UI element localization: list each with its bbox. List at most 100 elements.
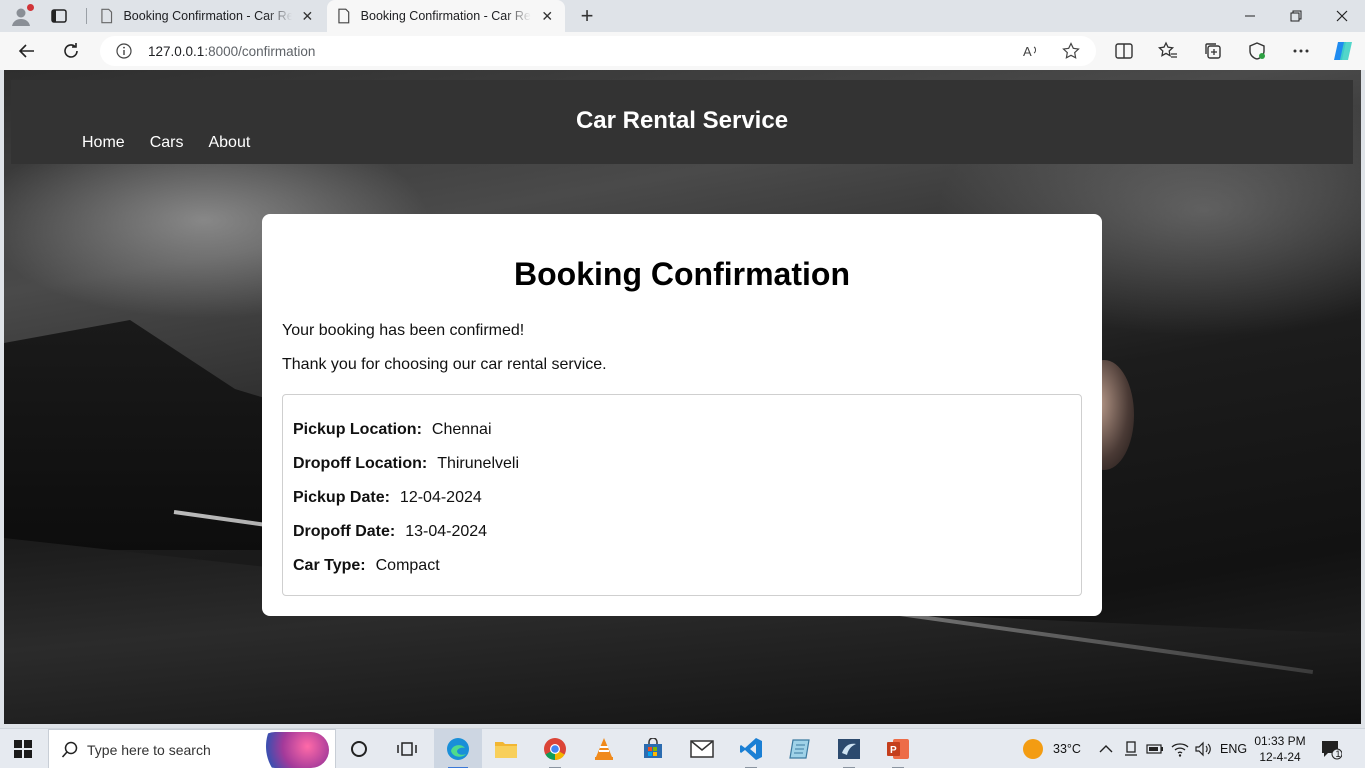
new-tab-button[interactable]: + (576, 5, 598, 27)
profile-icon[interactable] (10, 4, 34, 27)
windows-taskbar: Type here to search P 33°C ENG 01:33 PM … (0, 728, 1365, 768)
powerpoint-icon: P (887, 739, 909, 759)
copilot-icon[interactable] (1331, 39, 1355, 63)
volume-button[interactable] (1194, 729, 1212, 768)
chevron-up-icon (1099, 745, 1113, 753)
task-view-button[interactable] (383, 729, 431, 768)
taskbar-search[interactable]: Type here to search (48, 729, 336, 768)
close-window-button[interactable] (1319, 0, 1365, 32)
device-icon-button[interactable] (1123, 729, 1139, 768)
site-header: Car Rental Service Home Cars About (11, 80, 1353, 164)
folder-icon (495, 742, 517, 758)
taskbar-file-explorer[interactable] (482, 729, 530, 768)
battery-icon (1146, 744, 1163, 754)
tab-actions-icon[interactable] (50, 7, 68, 25)
clock-date: 12-4-24 (1259, 750, 1301, 764)
minimize-icon (1245, 15, 1255, 17)
weather-widget[interactable]: 33°C (1022, 729, 1081, 768)
confirmation-message: Your booking has been confirmed! (282, 322, 525, 339)
more-options-icon[interactable] (1291, 41, 1311, 61)
close-icon (1336, 10, 1348, 22)
battery-button[interactable] (1146, 729, 1164, 768)
weather-temperature: 33°C (1053, 742, 1081, 756)
booking-details: Pickup Location: Chennai Dropoff Location… (282, 394, 1082, 596)
minimize-button[interactable] (1227, 0, 1273, 32)
taskbar-store[interactable] (629, 729, 677, 768)
taskbar-notepad[interactable] (776, 729, 824, 768)
detail-label: Car Type: (293, 557, 366, 574)
language-indicator[interactable]: ENG (1220, 729, 1247, 768)
address-bar[interactable]: 127.0.0.1:8000/confirmation A (100, 36, 1096, 66)
cortana-button[interactable] (335, 729, 383, 768)
taskbar-vscode[interactable] (727, 729, 775, 768)
back-button[interactable] (16, 40, 38, 62)
tab-separator (86, 8, 87, 24)
show-hidden-icons-button[interactable] (1099, 729, 1113, 768)
speaker-icon (1195, 741, 1211, 757)
tab-booking-confirmation-1[interactable]: Booking Confirmation - Car Rental Servic… (90, 0, 325, 32)
mail-icon (690, 740, 714, 758)
close-icon[interactable]: ✕ (300, 8, 315, 25)
collections-icon[interactable] (1203, 41, 1223, 61)
svg-text:A: A (1023, 44, 1032, 59)
start-button[interactable] (0, 729, 46, 768)
taskbar-clock[interactable]: 01:33 PM 12-4-24 (1252, 733, 1308, 765)
url-host: 127.0.0.1 (148, 44, 205, 59)
page-icon (101, 8, 113, 24)
chrome-icon (544, 738, 566, 760)
split-screen-icon[interactable] (1114, 41, 1134, 61)
taskbar-mail[interactable] (678, 729, 726, 768)
page-viewport: Car Rental Service Home Cars About Booki… (4, 70, 1361, 724)
tab-booking-confirmation-2[interactable]: Booking Confirmation - Car Rental Servic… (327, 0, 565, 32)
taskbar-edge[interactable] (434, 729, 482, 768)
nav-link-home[interactable]: Home (82, 134, 125, 152)
taskbar-mysql-workbench[interactable] (825, 729, 873, 768)
favorites-icon[interactable] (1158, 41, 1178, 61)
detail-label: Pickup Date: (293, 489, 390, 506)
restore-button[interactable] (1273, 0, 1319, 32)
site-title: Car Rental Service (575, 107, 789, 134)
reload-button[interactable] (60, 40, 82, 62)
clock-time: 01:33 PM (1254, 734, 1306, 748)
close-icon[interactable]: ✕ (539, 8, 555, 25)
read-aloud-icon[interactable]: A (1022, 42, 1040, 60)
detail-value: 12-04-2024 (399, 489, 482, 506)
workbench-icon (838, 739, 860, 759)
detail-value: 13-04-2024 (405, 523, 488, 540)
taskbar-chrome[interactable] (531, 729, 579, 768)
detail-label: Dropoff Location: (293, 455, 428, 472)
search-icon (61, 741, 78, 758)
tab-title: Booking Confirmation - Car Rental Servic… (360, 9, 532, 23)
info-icon[interactable] (116, 43, 132, 59)
vlc-icon (595, 738, 613, 760)
browser-toolbar: 127.0.0.1:8000/confirmation A (0, 32, 1365, 70)
back-arrow-icon (18, 44, 34, 58)
favorite-star-icon[interactable] (1062, 42, 1080, 60)
browser-essentials-icon[interactable] (1247, 41, 1267, 61)
sun-icon (1023, 739, 1043, 759)
edge-icon (447, 738, 469, 760)
url-text[interactable]: 127.0.0.1:8000/confirmation (148, 44, 315, 59)
nav-link-cars[interactable]: Cars (150, 134, 184, 152)
nav-link-about[interactable]: About (208, 134, 250, 152)
taskbar-powerpoint[interactable]: P (874, 729, 922, 768)
task-view-icon (397, 742, 417, 756)
notification-count: 1 (1335, 749, 1341, 759)
taskbar-vlc[interactable] (580, 729, 628, 768)
detail-dropoff-date: Dropoff Date: 13-04-2024 (293, 523, 487, 541)
notification-center-button[interactable]: 1 (1320, 729, 1342, 768)
browser-tab-bar: Booking Confirmation - Car Rental Servic… (0, 0, 1365, 32)
tab-title: Booking Confirmation - Car Rental Servic… (123, 9, 292, 23)
detail-dropoff-location: Dropoff Location: Thirunelveli (293, 455, 519, 473)
restore-icon (1290, 10, 1302, 22)
search-placeholder: Type here to search (87, 742, 211, 758)
search-highlight-image (257, 732, 329, 768)
detail-label: Pickup Location: (293, 421, 422, 438)
detail-label: Dropoff Date: (293, 523, 396, 540)
detail-pickup-date: Pickup Date: 12-04-2024 (293, 489, 482, 507)
detail-value: Compact (375, 557, 440, 574)
network-button[interactable] (1171, 729, 1189, 768)
vscode-icon (740, 738, 762, 760)
notepad-icon (789, 739, 810, 759)
page-icon (338, 8, 350, 24)
